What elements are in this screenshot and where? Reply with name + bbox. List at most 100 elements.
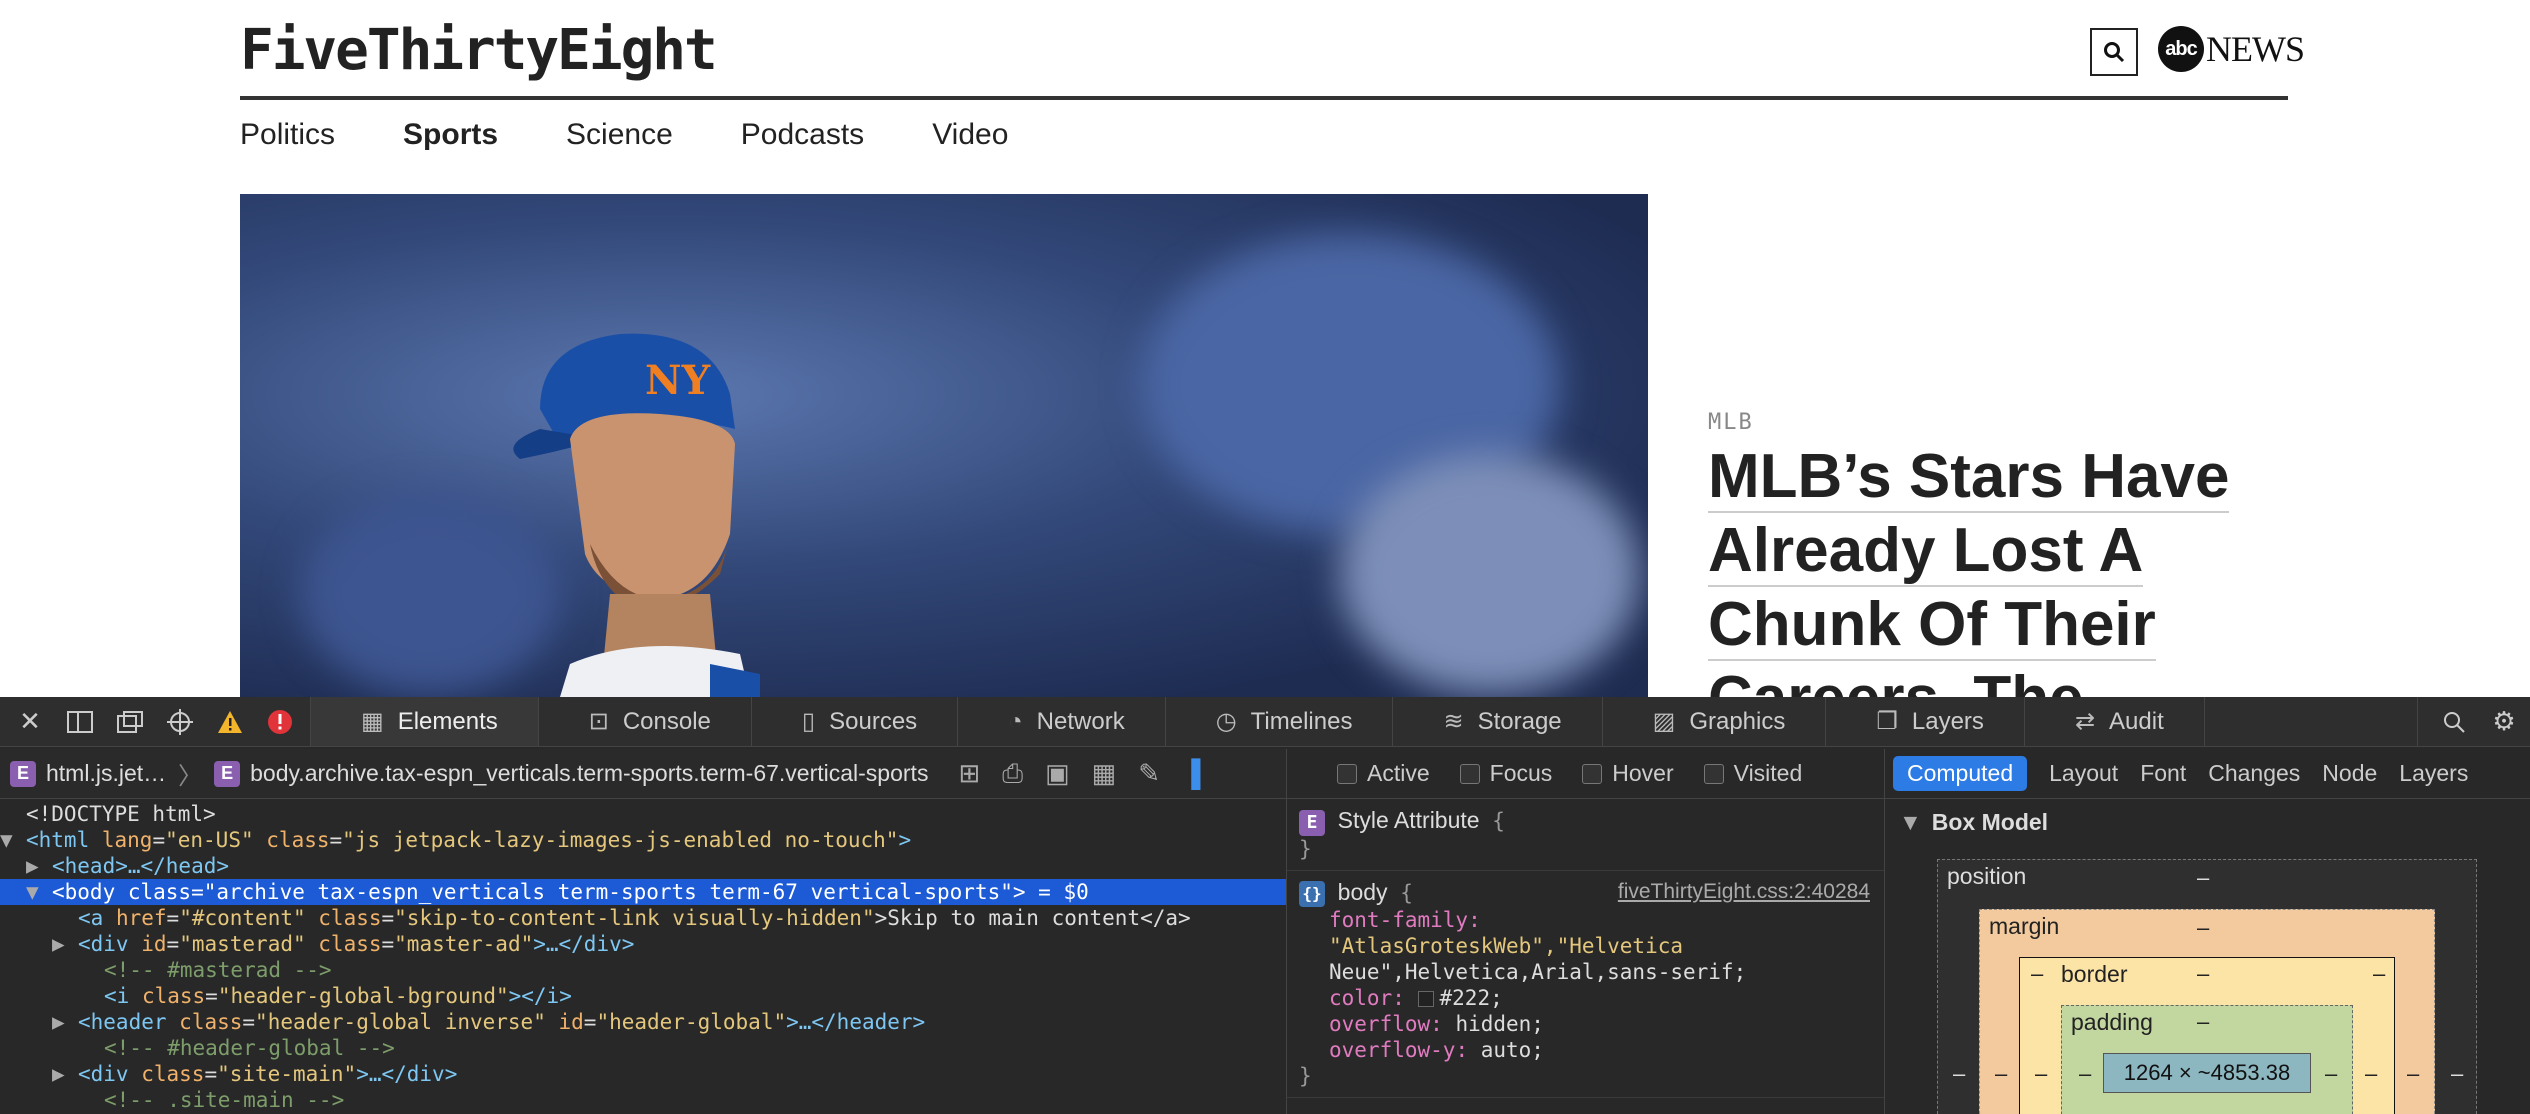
attr-name: class <box>141 1062 205 1086</box>
tab-storage[interactable]: ≋ Storage <box>1393 697 1603 746</box>
dom-node-div-masterad[interactable]: ▶ <div id="masterad" class="master-ad">…<… <box>0 931 1286 957</box>
tab-timelines[interactable]: ◷ Timelines <box>1166 697 1394 746</box>
dom-node-comment[interactable]: <!-- #masterad --> <box>0 957 1286 983</box>
color-swatch-icon[interactable] <box>1417 991 1434 1007</box>
nav-item-politics[interactable]: Politics <box>240 118 335 152</box>
dom-node-i[interactable]: <i class="header-global-bground"></i> <box>0 983 1286 1009</box>
tab-elements[interactable]: ▦ Elements <box>311 697 539 746</box>
comment-text: <!-- .site-main --> <box>104 1088 345 1112</box>
disclosure-closed-icon[interactable]: ▶ <box>52 1009 78 1035</box>
disclosure-closed-icon[interactable]: ▶ <box>26 853 52 879</box>
nav-item-video[interactable]: Video <box>932 118 1008 152</box>
layout-overlay-icon[interactable]: ⊞ <box>958 758 980 790</box>
abc-news-logo[interactable]: abc NEWS <box>2158 26 2305 72</box>
tab-network[interactable]: ◔ Network <box>958 697 1166 746</box>
attr-value: "header-global-bground" <box>217 984 509 1008</box>
disclosure-open-icon[interactable]: ▼ <box>26 879 52 905</box>
css-property-color[interactable]: color: #222; <box>1299 985 1872 1011</box>
property-name: overflow-y <box>1329 1038 1456 1062</box>
tag-open: <a <box>78 906 104 930</box>
crosshair-icon[interactable] <box>164 706 196 738</box>
dark-mode-icon[interactable]: ▣ <box>1045 758 1070 790</box>
tab-changes[interactable]: Changes <box>2208 760 2300 787</box>
css-property-overflow[interactable]: overflow: hidden; <box>1299 1011 1872 1037</box>
undock-icon[interactable] <box>114 706 146 738</box>
property-name: color <box>1329 986 1393 1010</box>
disclosure-closed-icon[interactable]: ▶ <box>52 1061 78 1087</box>
nav-item-science[interactable]: Science <box>566 118 673 152</box>
grid-icon[interactable]: ▦ <box>1092 758 1117 790</box>
tab-sources[interactable]: ▯ Sources <box>752 697 959 746</box>
console-icon: ⊡ <box>588 708 609 735</box>
body-css-rule[interactable]: fiveThirtyEight.css:2:40284 {} body { fo… <box>1287 871 1884 1098</box>
stylesheet-source-link[interactable]: fiveThirtyEight.css:2:40284 <box>1618 879 1870 905</box>
state-active-checkbox[interactable]: Active <box>1337 760 1430 787</box>
tab-console[interactable]: ⊡ Console <box>539 697 752 746</box>
rule-selector: Style Attribute <box>1337 807 1480 833</box>
print-icon[interactable]: ⎙ <box>1002 758 1023 790</box>
dom-node-header[interactable]: ▶ <header class="header-global inverse" i… <box>0 1009 1286 1035</box>
state-focus-checkbox[interactable]: Focus <box>1459 760 1552 787</box>
css-value-font-family-cont[interactable]: Neue",Helvetica,Arial,sans-serif; <box>1299 959 1872 985</box>
gear-icon[interactable]: ⚙ <box>2488 706 2520 738</box>
close-icon[interactable]: ✕ <box>14 706 46 738</box>
tab-label: Layers <box>1911 707 1984 735</box>
article-kicker[interactable]: MLB <box>1708 410 1754 435</box>
error-icon[interactable] <box>264 706 296 738</box>
tab-node[interactable]: Node <box>2322 760 2377 787</box>
breadcrumb-body[interactable]: E body.archive.tax-espn_verticals.term-s… <box>214 760 928 787</box>
nav-item-podcasts[interactable]: Podcasts <box>741 118 864 152</box>
warning-icon[interactable] <box>214 706 246 738</box>
sidebar-toggle-icon[interactable]: ▐ <box>1182 758 1200 790</box>
box-model-content-size[interactable]: 1264 × ~4853.38 <box>2103 1053 2311 1093</box>
hero-image[interactable]: NY <box>240 194 1648 697</box>
box-model-section[interactable]: ▼ Box Model <box>1885 799 2530 846</box>
tab-graphics[interactable]: ▨ Graphics <box>1603 697 1827 746</box>
attr-name: class <box>266 828 330 852</box>
abc-news-wordmark: NEWS <box>2206 29 2305 69</box>
css-property-font-family[interactable]: font-family: <box>1299 907 1872 933</box>
tab-layout[interactable]: Layout <box>2049 760 2118 787</box>
margin-top-value: – <box>2197 915 2210 940</box>
tab-font[interactable]: Font <box>2140 760 2186 787</box>
tab-label: Console <box>622 707 711 735</box>
site-nav: Politics Sports Science Podcasts Video <box>240 118 1008 152</box>
element-badge-icon: E <box>10 760 36 787</box>
tab-label: Network <box>1036 707 1125 735</box>
comment-text: <!-- #header-global --> <box>104 1036 395 1060</box>
article-headline[interactable]: MLB’s Stars Have Already Lost A Chunk Of… <box>1708 440 2268 697</box>
state-visited-checkbox[interactable]: Visited <box>1703 760 1802 787</box>
dom-node-comment[interactable]: <!-- #header-global --> <box>0 1035 1286 1061</box>
dom-node-div-site[interactable]: ▶ <div class="site-main">…</div> <box>0 1061 1286 1087</box>
disclosure-closed-icon[interactable]: ▶ <box>52 931 78 957</box>
breadcrumb-html[interactable]: E html.js.jet… <box>10 760 166 787</box>
dock-side-icon[interactable] <box>64 706 96 738</box>
attr-name: id <box>141 932 167 956</box>
inspector-tools-right: ⚙ <box>2417 697 2530 746</box>
tag-open: <div <box>78 1062 129 1086</box>
border-corner-value: – <box>2373 961 2386 986</box>
style-attribute-rule[interactable]: E Style Attribute { } <box>1287 799 1884 871</box>
disclosure-open-icon[interactable]: ▼ <box>0 827 26 853</box>
dom-node-a[interactable]: <a href="#content" class="skip-to-conten… <box>0 905 1286 931</box>
inspector-tab-bar: ✕ ▦ Elements ⊡ Console ▯ Sources ◔ Netwo… <box>0 697 2530 747</box>
search-icon <box>2104 42 2125 63</box>
dom-node-body-selected[interactable]: ▼ <body class="archive tax-espn_verticals… <box>0 879 1286 905</box>
dom-node-doctype[interactable]: <!DOCTYPE html> <box>0 801 1286 827</box>
tab-layers[interactable]: ❐ Layers <box>1826 697 2025 746</box>
brush-icon[interactable]: ✎ <box>1138 758 1160 790</box>
css-property-overflow-y[interactable]: overflow-y: auto; <box>1299 1037 1872 1063</box>
property-name: font-family <box>1329 908 1469 932</box>
tab-audit[interactable]: ⇄ Audit <box>2025 697 2205 746</box>
dom-node-head[interactable]: ▶ <head>…</head> <box>0 853 1286 879</box>
tab-sidebar-layers[interactable]: Layers <box>2399 760 2468 787</box>
css-value-font-family[interactable]: "AtlasGroteskWeb","Helvetica <box>1299 933 1872 959</box>
tab-computed[interactable]: Computed <box>1893 756 2028 791</box>
search-icon[interactable] <box>2438 706 2470 738</box>
state-hover-checkbox[interactable]: Hover <box>1582 760 1674 787</box>
dom-node-comment[interactable]: <!-- .site-main --> <box>0 1087 1286 1113</box>
dom-node-html[interactable]: ▼ <html lang="en-US" class="js jetpack-la… <box>0 827 1286 853</box>
site-search-button[interactable] <box>2090 28 2138 76</box>
site-logo[interactable]: FiveThirtyEight <box>240 16 718 86</box>
nav-item-sports[interactable]: Sports <box>403 118 498 152</box>
